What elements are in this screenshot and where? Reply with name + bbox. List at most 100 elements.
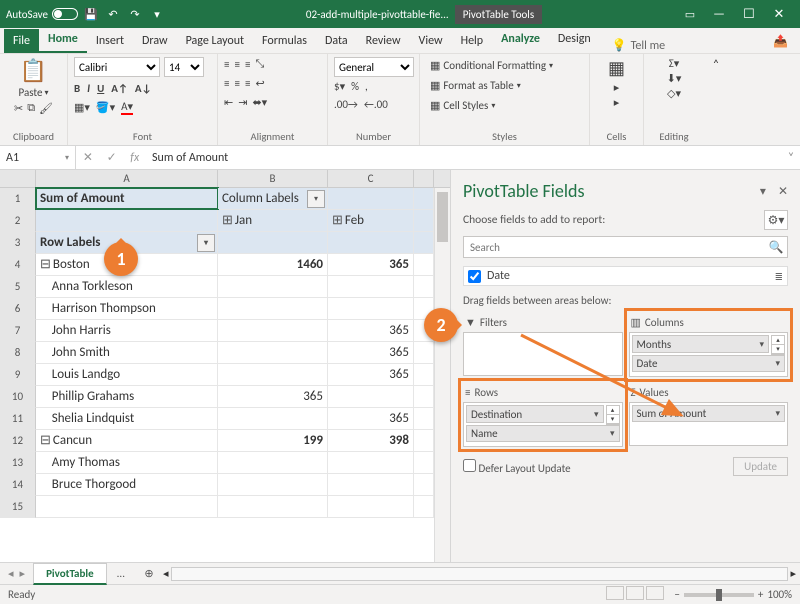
align-mid-icon[interactable]: ≡ [234,58,239,71]
italic-button[interactable]: I [87,82,90,95]
tab-view[interactable]: View [410,29,452,53]
zoom-value[interactable]: 100% [767,588,792,601]
col-header-a[interactable]: A [36,170,218,187]
align-top-icon[interactable]: ≡ [224,58,229,71]
vertical-scrollbar[interactable] [434,188,450,562]
save-icon[interactable]: 💾 [84,7,98,21]
zoom-control[interactable]: − + 100% [674,588,792,601]
col-header-b[interactable]: B [218,170,328,187]
val-pill-sum[interactable]: Sum of Amount▾ [632,405,786,422]
clear-icon[interactable]: ◇▾ [667,87,681,100]
font-shrink-icon[interactable]: A↓ [135,82,152,95]
format-cells-icon[interactable]: ▸ [614,96,620,109]
expand-formula-bar-icon[interactable]: ˅ [782,151,800,165]
bold-button[interactable]: B [74,82,80,95]
select-all-corner[interactable] [0,170,36,187]
align-bot-icon[interactable]: ≡ [245,58,250,71]
fields-search[interactable]: 🔍 [463,236,788,258]
fx-icon[interactable]: fx [130,151,139,165]
ribbon-options-icon[interactable]: ▭ [676,8,704,21]
tab-draw[interactable]: Draw [133,29,177,53]
font-size-select[interactable]: 14 [164,57,204,77]
tab-nav-prev-icon[interactable]: ◂ [8,567,14,580]
tab-file[interactable]: File [4,29,39,53]
horizontal-scrollbar[interactable]: ◂▸ [159,567,800,581]
add-sheet-button[interactable]: ⊕ [139,564,159,584]
filter-button[interactable]: ▾ [307,190,325,208]
tab-formulas[interactable]: Formulas [253,29,316,53]
col-spin[interactable]: ▴▾ [771,335,785,355]
insert-cells-icon[interactable]: ▸ [614,81,620,94]
pane-dropdown-icon[interactable]: ▾ [760,184,766,199]
tab-design[interactable]: Design [549,27,600,53]
autosave-switch-off[interactable] [52,8,78,20]
enter-formula-icon[interactable]: ✓ [107,150,117,165]
minimize-button[interactable]: — [704,0,734,28]
tab-data[interactable]: Data [316,29,357,53]
row-pill-name[interactable]: Name▾ [466,425,620,442]
tab-help[interactable]: Help [452,29,493,53]
align-right-icon[interactable]: ≡ [245,77,250,90]
percent-icon[interactable]: % [351,80,359,93]
formula-input[interactable]: Sum of Amount [146,151,782,165]
fill-color-icon[interactable]: 🪣▾ [96,101,115,114]
area-filters[interactable]: ▼Filters [463,313,623,377]
zoom-out-icon[interactable]: − [674,588,679,601]
autosum-icon[interactable]: Σ▾ [669,57,680,70]
col-header-c[interactable]: C [328,170,414,187]
tab-home[interactable]: Home [39,27,87,53]
worksheet[interactable]: A B C 123456789101112131415 Sum of Amoun… [0,170,450,562]
field-date[interactable]: Date ≣ [463,266,788,286]
name-box[interactable]: A1▾ [0,146,76,169]
undo-icon[interactable]: ↶ [106,7,120,21]
font-color-icon[interactable]: A▾ [121,100,133,115]
pane-close-icon[interactable]: ✕ [778,184,788,199]
cut-icon[interactable]: ✂ [14,102,23,115]
inc-decimal-icon[interactable]: .00→ [334,98,358,111]
tab-nav-next-icon[interactable]: ▸ [20,567,26,580]
paste-icon[interactable]: 📋 [20,57,47,84]
fields-search-input[interactable] [464,237,765,257]
merge-icon[interactable]: ⬌▾ [252,96,267,109]
autosave-toggle[interactable]: AutoSave [6,8,78,21]
zoom-in-icon[interactable]: + [758,588,763,601]
collapse-ribbon-icon[interactable]: ˄ [704,54,728,145]
close-button[interactable]: ✕ [764,0,794,28]
row-pill-destination[interactable]: Destination▾ [466,405,604,423]
font-name-select[interactable]: Calibri [74,57,160,77]
zoom-slider[interactable] [684,593,754,597]
orientation-icon[interactable]: ⤡ [255,57,264,71]
format-as-table-button[interactable]: ▦Format as Table▾ [426,77,525,94]
field-date-menu-icon[interactable]: ≣ [775,270,783,283]
col-pill-date[interactable]: Date▾ [632,355,786,372]
area-values[interactable]: ΣValues Sum of Amount▾ [629,383,789,447]
underline-button[interactable]: U [97,82,104,95]
share-button[interactable]: 📤 [765,30,796,53]
defer-layout-checkbox[interactable]: Defer Layout Update [463,459,571,475]
view-buttons[interactable] [604,586,664,603]
cells-icon[interactable]: ▦ [608,57,625,79]
col-header-d[interactable] [414,170,434,187]
cell-styles-button[interactable]: ▦Cell Styles▾ [426,97,499,114]
tell-me[interactable]: 💡Tell me [612,38,665,53]
search-icon[interactable]: 🔍 [765,237,787,257]
sheet-tab-pivottable[interactable]: PivotTable [33,563,107,585]
comma-icon[interactable]: , [365,80,368,93]
fields-settings-button[interactable]: ⚙▾ [764,210,788,230]
align-center-icon[interactable]: ≡ [234,77,239,90]
maximize-button[interactable]: ☐ [734,0,764,28]
col-pill-months[interactable]: Months▾ [632,335,770,353]
cancel-formula-icon[interactable]: ✕ [83,150,93,165]
area-rows[interactable]: ≡Rows Destination▾▴▾ Name▾ [463,383,623,447]
tab-insert[interactable]: Insert [87,29,133,53]
field-date-checkbox[interactable] [468,270,481,283]
number-format-select[interactable]: General [334,57,414,77]
format-painter-icon[interactable]: 🖌 [39,102,53,115]
paste-label[interactable]: Paste [19,86,43,99]
align-left-icon[interactable]: ≡ [224,77,229,90]
border-icon[interactable]: ▦▾ [74,101,90,114]
row-spin[interactable]: ▴▾ [606,405,620,425]
update-button[interactable]: Update [733,457,788,476]
indent-dec-icon[interactable]: ⇤ [224,96,233,109]
currency-icon[interactable]: $▾ [334,80,345,93]
